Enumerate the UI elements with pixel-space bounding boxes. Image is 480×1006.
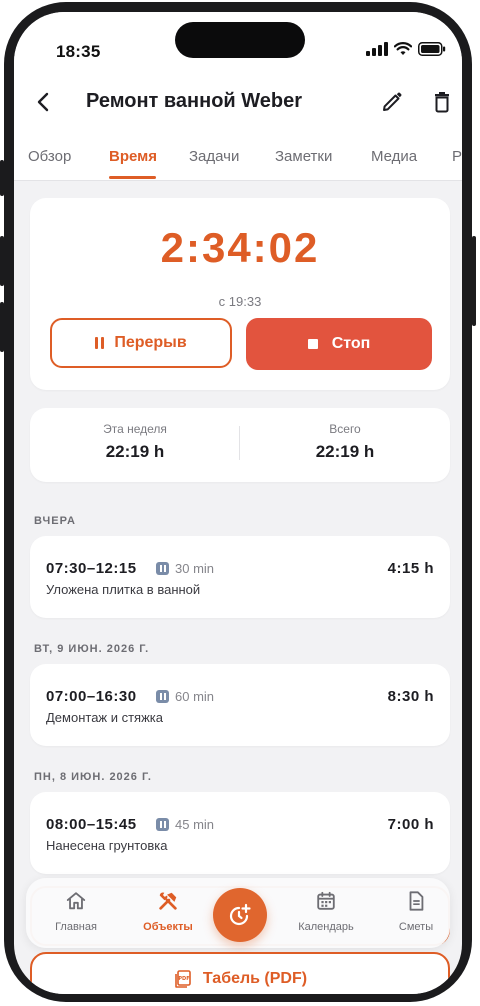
entry-time-range: 08:00–15:45 — [46, 816, 137, 833]
app-screen: 18:35 Ремонт ванной Weber Обзор Время За… — [14, 12, 462, 994]
entry-total: 4:15 h — [387, 560, 434, 577]
total-stat: Всего 22:19 h — [240, 408, 450, 482]
timer-display: 2:34:02 — [160, 224, 320, 271]
entry-break-duration: 30 min — [175, 561, 215, 576]
stop-button[interactable]: Стоп — [246, 318, 432, 370]
tab-tasks[interactable]: Задачи — [189, 148, 239, 165]
svg-text:PDF: PDF — [178, 976, 189, 982]
pause-button[interactable]: Перерыв — [50, 318, 232, 368]
entry-break: 45 min — [156, 817, 214, 832]
entry-break: 60 min — [156, 689, 214, 704]
page-title: Ремонт ванной Weber — [86, 90, 303, 112]
nav-home[interactable]: Главная — [36, 890, 116, 933]
nav-calendar[interactable]: Календарь — [286, 890, 366, 933]
week-stat: Эта неделя 22:19 h — [30, 408, 240, 482]
entry-note: Нанесена грунтовка — [46, 838, 168, 853]
entry-total: 8:30 h — [387, 688, 434, 705]
entry-break: 30 min — [156, 561, 214, 576]
home-icon — [66, 892, 86, 910]
time-entry[interactable]: 07:30–12:15 30 min 4:15 h Уложена плитка… — [30, 536, 450, 618]
timesheet-pdf-button[interactable]: PDF Табель (PDF) — [30, 952, 450, 994]
document-icon — [409, 891, 424, 911]
edit-pencil-icon[interactable] — [380, 90, 404, 114]
total-stat-label: Всего — [329, 422, 361, 436]
stop-icon — [307, 339, 318, 349]
stop-button-label: Стоп — [331, 335, 371, 352]
tab-time[interactable]: Время — [109, 148, 157, 165]
battery-icon — [418, 42, 446, 56]
nav-objects[interactable]: Объекты — [128, 890, 208, 933]
add-time-fab[interactable] — [213, 888, 267, 942]
timer-start-time: с 19:33 — [218, 294, 262, 309]
wifi-icon — [394, 42, 412, 55]
entry-note: Демонтаж и стяжка — [46, 710, 163, 725]
tools-icon — [159, 892, 177, 910]
day-group-label: ВЧЕРА — [34, 515, 76, 527]
stats-card: Эта неделя 22:19 h Всего 22:19 h — [30, 408, 450, 482]
week-stat-value: 22:19 h — [105, 442, 165, 461]
time-entry[interactable]: 08:00–15:45 45 min 7:00 h Нанесена грунт… — [30, 792, 450, 874]
nav-home-label: Главная — [55, 921, 97, 933]
entry-break-duration: 45 min — [175, 817, 215, 832]
calendar-icon — [317, 891, 335, 910]
entry-total: 7:00 h — [387, 816, 434, 833]
timer-card: 2:34:02 с 19:33 Перерыв Стоп — [30, 198, 450, 390]
week-stat-label: Эта неделя — [103, 422, 167, 436]
break-pause-icon — [156, 818, 169, 831]
tab-notes[interactable]: Заметки — [275, 148, 332, 165]
time-entry[interactable]: 07:00–16:30 60 min 8:30 h Демонтаж и стя… — [30, 664, 450, 746]
trash-icon[interactable] — [430, 90, 454, 114]
app-header: 18:35 Ремонт ванной Weber Обзор Время За… — [14, 12, 462, 181]
entry-time-range: 07:00–16:30 — [46, 688, 137, 705]
back-arrow-icon[interactable] — [32, 90, 56, 114]
tab-overview[interactable]: Обзор — [28, 148, 71, 165]
power-button — [472, 236, 476, 326]
day-group-label: ВТ, 9 ИЮН. 2026 Г. — [34, 643, 150, 655]
total-stat-value: 22:19 h — [315, 442, 375, 461]
tab-bar: Обзор Время Задачи Заметки Медиа Ра — [14, 142, 462, 180]
nav-objects-label: Объекты — [143, 921, 193, 933]
entry-break-duration: 60 min — [175, 689, 215, 704]
entry-note: Уложена плитка в ванной — [46, 582, 201, 597]
nav-estimates-label: Сметы — [398, 921, 434, 933]
pause-button-label: Перерыв — [114, 334, 187, 351]
entry-time-range: 07:30–12:15 — [46, 560, 137, 577]
status-icons — [366, 42, 446, 56]
status-time: 18:35 — [56, 42, 101, 61]
clock-plus-icon — [229, 903, 251, 926]
break-pause-icon — [156, 690, 169, 703]
active-tab-indicator — [109, 176, 156, 179]
tab-media[interactable]: Медиа — [371, 148, 417, 165]
nav-estimates[interactable]: Сметы — [376, 890, 456, 933]
device-frame: 18:35 Ремонт ванной Weber Обзор Время За… — [0, 0, 480, 1006]
day-group-label: ПН, 8 ИЮН. 2026 Г. — [34, 771, 152, 783]
dynamic-island — [175, 22, 305, 58]
signal-icon — [366, 42, 388, 56]
nav-calendar-label: Календарь — [298, 921, 354, 933]
pause-icon — [95, 337, 105, 349]
pdf-button-label: Табель (PDF) — [202, 970, 308, 987]
break-pause-icon — [156, 562, 169, 575]
tab-more[interactable]: Ра — [452, 148, 462, 165]
pdf-icon: PDF — [175, 970, 191, 988]
